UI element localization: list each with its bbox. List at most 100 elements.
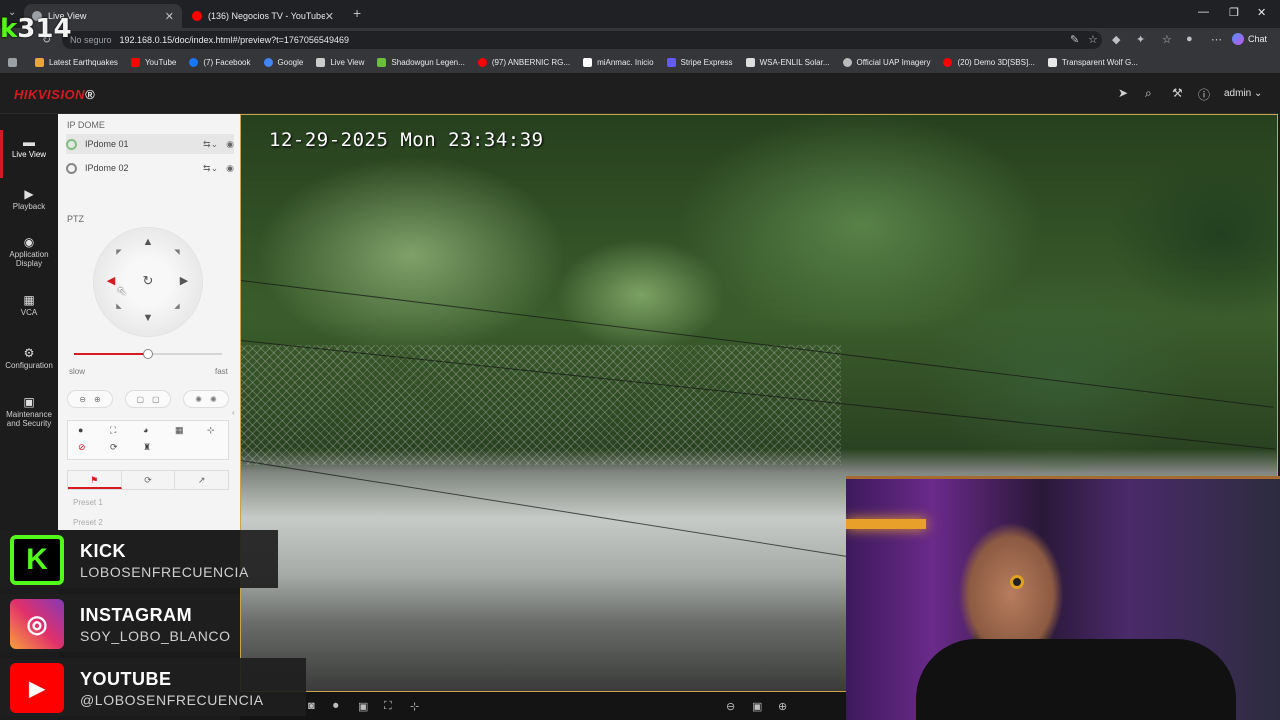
3d-position-icon[interactable]: ⛶ bbox=[110, 425, 116, 436]
bookmark-item[interactable]: Official UAP Imagery bbox=[842, 58, 930, 67]
bookmark-item[interactable]: Transparent Wolf G... bbox=[1047, 58, 1138, 67]
focus-control[interactable]: ▢ ▢ bbox=[125, 390, 171, 408]
bookmark-favicon-icon bbox=[666, 58, 676, 67]
close-window-icon[interactable]: ✕ bbox=[1257, 6, 1266, 19]
nav-playback[interactable]: ▶ Playback bbox=[0, 188, 58, 211]
ptz-speed-slider[interactable] bbox=[74, 349, 222, 359]
address-bar[interactable]: No seguro 192.168.0.15/doc/index.html#/p… bbox=[62, 31, 1102, 49]
tab-close-icon[interactable]: ✕ bbox=[325, 10, 334, 23]
image-icon[interactable]: ▣ bbox=[358, 700, 368, 713]
capture-icon[interactable]: ◙ bbox=[308, 700, 315, 712]
bookmark-item[interactable] bbox=[8, 58, 22, 67]
bookmark-label: (7) Facebook bbox=[203, 58, 251, 67]
zoom-out-icon[interactable]: ⊖ bbox=[79, 395, 86, 404]
bookmark-item[interactable]: (97) ANBERNIC RG... bbox=[477, 58, 570, 67]
ptz-left-button[interactable]: ◀ bbox=[104, 274, 118, 287]
lens-init-icon[interactable]: ⊘ bbox=[78, 442, 86, 453]
iris-close-icon[interactable]: ✺ bbox=[210, 395, 217, 404]
bookmark-item[interactable]: Google bbox=[263, 58, 303, 67]
ptz-down-right-button[interactable]: ◢ bbox=[170, 302, 184, 310]
nav-vca[interactable]: ▦ VCA bbox=[0, 294, 58, 317]
camera-item[interactable]: IPdome 02 ⇆⌄ ◉ bbox=[66, 158, 234, 178]
ptz-up-left-button[interactable]: ◤ bbox=[112, 248, 126, 256]
iris-open-icon[interactable]: ✺ bbox=[195, 395, 202, 404]
record-icon[interactable]: ◉ bbox=[226, 139, 234, 150]
zoom-in-icon[interactable]: ⊕ bbox=[94, 395, 101, 404]
bookmark-item[interactable]: Stripe Express bbox=[666, 58, 733, 67]
nav-configuration[interactable]: ⚙ Configuration bbox=[0, 347, 58, 370]
focus-far-icon[interactable]: ▢ bbox=[152, 395, 160, 404]
ptz-down-left-button[interactable]: ◣ bbox=[112, 302, 126, 310]
preset-item[interactable]: Preset 2 bbox=[73, 518, 103, 527]
next-page-icon[interactable]: ⊕ bbox=[778, 700, 787, 713]
stop-all-icon[interactable]: ▣ bbox=[752, 700, 762, 713]
stream-icon[interactable]: ⇆⌄ bbox=[203, 139, 218, 150]
record-icon[interactable]: ◉ bbox=[226, 163, 234, 174]
search-icon[interactable]: ⌕ bbox=[1145, 86, 1152, 101]
ptz-down-button[interactable]: ▼ bbox=[141, 312, 155, 324]
bookmark-item[interactable]: Shadowgun Legen... bbox=[377, 58, 465, 67]
tab-youtube[interactable]: (136) Negocios TV - YouTube ✕ bbox=[184, 4, 342, 28]
bookmark-item[interactable]: WSA-ENLIL Solar... bbox=[745, 58, 830, 67]
bookmark-label: YouTube bbox=[144, 58, 177, 67]
3d-zoom-icon[interactable]: ⊹ bbox=[410, 700, 419, 713]
bookmark-favicon-icon bbox=[263, 58, 273, 67]
track-icon[interactable]: ⊹ bbox=[207, 425, 215, 436]
focus-near-icon[interactable]: ▢ bbox=[136, 395, 144, 404]
nav-maintenance[interactable]: ▣ Maintenance and Security bbox=[0, 396, 58, 428]
profile-avatar-icon[interactable]: ● bbox=[1186, 33, 1193, 45]
bookmark-star-icon[interactable]: ☆ bbox=[1088, 33, 1098, 46]
digital-zoom-icon[interactable]: ⛶ bbox=[384, 700, 392, 713]
ptz-auto-scan-button[interactable]: ↻ bbox=[141, 273, 155, 289]
microphone-icon[interactable]: ⏺ bbox=[333, 700, 339, 713]
tab-preset[interactable]: ⚑ bbox=[68, 471, 122, 489]
refresh-icon[interactable]: ⟳ bbox=[110, 442, 118, 453]
nav-label: Playback bbox=[12, 202, 46, 211]
grid-icon[interactable]: ▦ bbox=[175, 425, 184, 436]
social-text: YOUTUBE @LOBOSENFRECUENCIA bbox=[80, 669, 264, 708]
bookmark-item[interactable]: (7) Facebook bbox=[189, 58, 251, 67]
chat-button[interactable]: Chat bbox=[1232, 33, 1267, 45]
restore-icon[interactable]: ❐ bbox=[1229, 6, 1239, 19]
tab-close-icon[interactable]: ✕ bbox=[165, 10, 174, 23]
extension-icon[interactable]: ◆ bbox=[1112, 33, 1120, 46]
info-icon[interactable]: ⓘ bbox=[1198, 86, 1210, 103]
camera-name: IPdome 02 bbox=[85, 163, 129, 173]
puzzle-icon[interactable]: ✦ bbox=[1136, 33, 1145, 46]
iris-control[interactable]: ✺ ✺ bbox=[183, 390, 229, 408]
bookmark-item[interactable]: miAnmac. Inicio bbox=[583, 58, 654, 67]
tab-pattern[interactable]: ↗ bbox=[175, 471, 228, 489]
minimize-icon[interactable]: — bbox=[1198, 6, 1209, 18]
edit-icon[interactable]: ✎ bbox=[1070, 33, 1079, 46]
slider-knob[interactable] bbox=[143, 349, 153, 359]
previous-page-icon[interactable]: ⊖ bbox=[726, 700, 735, 713]
nav-live-view[interactable]: ▬ Live View bbox=[0, 130, 58, 178]
ptz-up-button[interactable]: ▲ bbox=[141, 236, 155, 248]
manual-track-icon[interactable]: ♜ bbox=[143, 442, 151, 453]
bookmark-item[interactable]: Live View bbox=[316, 58, 364, 67]
camera-item[interactable]: IPdome 01 ⇆⌄ ◉ bbox=[66, 134, 234, 154]
more-menu-icon[interactable]: ⋯ bbox=[1211, 33, 1222, 46]
url-text[interactable]: 192.168.0.15/doc/index.html#/preview?t=1… bbox=[120, 35, 349, 45]
panel-collapse-icon[interactable]: ‹ bbox=[232, 408, 235, 417]
zoom-control[interactable]: ⊖ ⊕ bbox=[67, 390, 113, 408]
preset-item[interactable]: Preset 1 bbox=[73, 498, 103, 507]
light-icon[interactable]: ● bbox=[78, 425, 83, 435]
bookmark-favicon-icon bbox=[316, 58, 326, 67]
ptz-right-button[interactable]: ▶ bbox=[177, 274, 191, 287]
send-icon[interactable]: ➤ bbox=[1118, 86, 1128, 100]
new-tab-button[interactable]: + bbox=[353, 5, 361, 21]
user-menu[interactable]: admin ⌄ bbox=[1224, 88, 1262, 99]
favorites-icon[interactable]: ☆ bbox=[1162, 33, 1172, 46]
security-indicator[interactable]: No seguro bbox=[70, 35, 112, 45]
tab-patrol[interactable]: ⟳ bbox=[122, 471, 176, 489]
stream-icon[interactable]: ⇆⌄ bbox=[203, 163, 218, 174]
application-icon: ◉ bbox=[23, 235, 35, 249]
wiper-icon[interactable]: ◕ bbox=[143, 425, 148, 435]
bookmark-item[interactable]: Latest Earthquakes bbox=[35, 58, 118, 67]
tools-icon[interactable]: ⚒ bbox=[1172, 86, 1183, 100]
nav-application-display[interactable]: ◉ Application Display bbox=[0, 235, 58, 268]
bookmark-item[interactable]: YouTube bbox=[130, 58, 177, 67]
ptz-up-right-button[interactable]: ◥ bbox=[170, 248, 184, 256]
bookmark-item[interactable]: (20) Demo 3D[SBS]... bbox=[943, 58, 1035, 67]
